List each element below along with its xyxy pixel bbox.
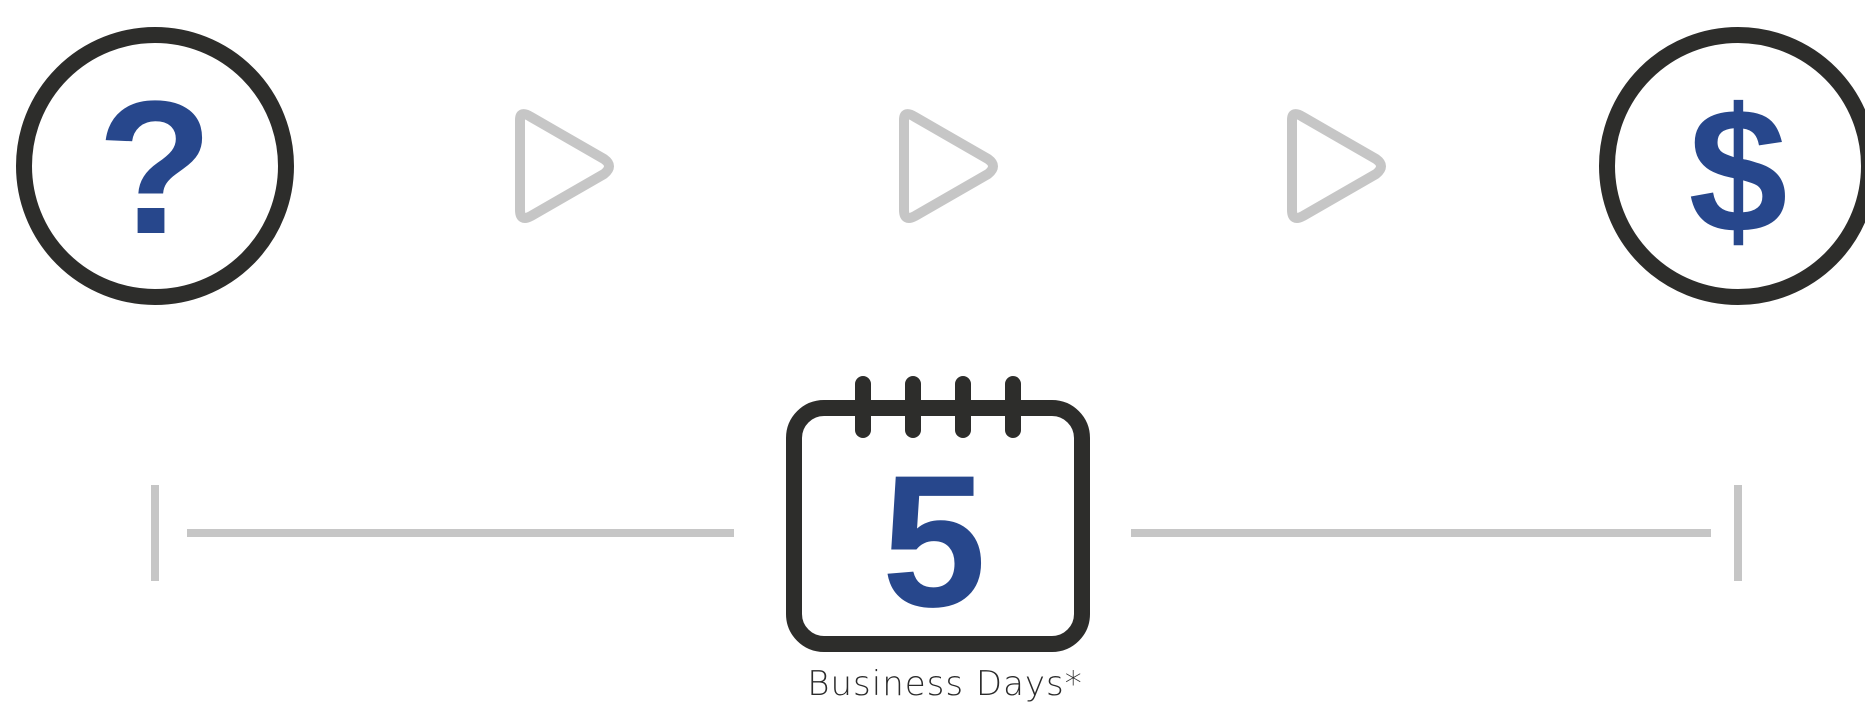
calendar-icon: 5 [786,376,1090,652]
calendar-ring-1 [855,376,871,438]
timeline-left-line [187,529,734,537]
arrow-2 [899,109,998,223]
arrow-1 [515,109,614,223]
end-node: $ [1599,27,1865,305]
calendar-ring-3 [955,376,971,438]
process-diagram: ? $ 5 [16,27,1865,652]
calendar-ring-2 [905,376,921,438]
play-arrow-icon [899,109,998,223]
dollar-icon: $ [1689,71,1788,270]
play-arrow-icon [1287,109,1386,223]
play-arrow-icon [515,109,614,223]
arrow-3 [1287,109,1386,223]
calendar-number: 5 [882,436,987,646]
calendar-ring-4 [1005,376,1021,438]
timeline-right-line [1131,529,1711,537]
timeline-start-tick [151,485,159,581]
question-icon: ? [97,62,213,274]
timeline-end-tick [1734,485,1742,581]
start-node: ? [16,27,294,305]
calendar-caption: Business Days* [807,664,1083,704]
